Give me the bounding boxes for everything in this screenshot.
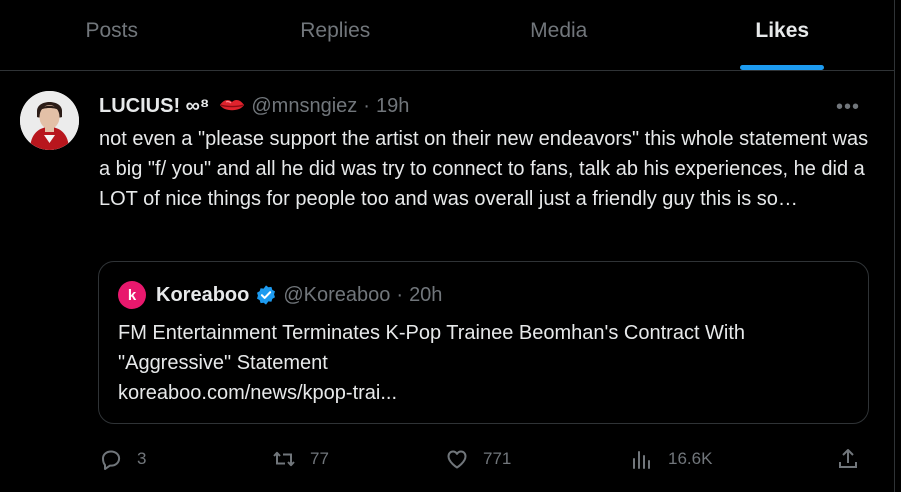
quoted-tweet-body: FM Entertainment Terminates K-Pop Traine…	[118, 318, 858, 408]
tweet-actions: 3 77 771 16.6K	[0, 444, 894, 474]
share-button[interactable]	[836, 444, 860, 474]
display-name[interactable]: LUCIUS! ∞⁸	[99, 95, 209, 118]
tab-posts[interactable]: Posts	[0, 0, 224, 70]
tab-label: Media	[530, 19, 588, 42]
tweet-header: LUCIUS! ∞⁸ @mnsngiez · 19h	[99, 92, 409, 120]
quoted-tweet-header: k Koreaboo @Koreaboo · 20h	[118, 280, 442, 310]
tweet-text: not even a "please support the artist on…	[99, 128, 869, 210]
repost-count: 77	[310, 449, 329, 468]
profile-tabs: Posts Replies Media Likes	[0, 0, 894, 71]
tweet[interactable]: LUCIUS! ∞⁸ @mnsngiez · 19h ••• not even …	[0, 72, 894, 492]
tab-likes[interactable]: Likes	[671, 0, 895, 70]
separator-dot: ·	[396, 283, 404, 306]
repost-button[interactable]: 77	[272, 444, 329, 474]
views-button[interactable]: 16.6K	[630, 444, 712, 474]
tab-label: Posts	[85, 19, 139, 42]
tab-replies[interactable]: Replies	[224, 0, 448, 70]
column-divider	[894, 0, 901, 492]
like-count: 771	[483, 449, 512, 468]
timestamp[interactable]: 19h	[376, 95, 409, 118]
tab-label: Likes	[755, 19, 810, 42]
verified-badge-icon	[255, 284, 277, 306]
like-button[interactable]: 771	[445, 444, 511, 474]
speech-bubble-icon	[102, 450, 121, 470]
user-handle[interactable]: @mnsngiez	[251, 95, 357, 118]
share-upload-icon	[839, 449, 857, 468]
view-count: 16.6K	[668, 449, 713, 468]
quoted-avatar: k	[118, 281, 146, 309]
quoted-tweet[interactable]: k Koreaboo @Koreaboo · 20h FM Entertainm…	[98, 261, 869, 424]
kiss-lips-emoji-icon	[219, 98, 245, 114]
quoted-tweet-text: FM Entertainment Terminates K-Pop Traine…	[118, 322, 746, 374]
quoted-timestamp: 20h	[409, 283, 443, 306]
bar-chart-icon	[633, 451, 650, 469]
quoted-tweet-link[interactable]: koreaboo.com/news/kpop-trai...	[118, 378, 858, 408]
repost-arrows-icon	[273, 451, 295, 467]
tab-media[interactable]: Media	[447, 0, 671, 70]
more-options-icon[interactable]: •••	[836, 96, 860, 119]
reply-count: 3	[137, 449, 147, 468]
quoted-display-name: Koreaboo	[156, 283, 250, 306]
koreaboo-logo-letter: k	[127, 286, 137, 304]
separator-dot: ·	[363, 94, 370, 117]
active-tab-indicator	[740, 65, 825, 70]
reply-button[interactable]: 3	[99, 444, 146, 474]
tab-label: Replies	[300, 19, 371, 42]
quoted-handle: @Koreaboo	[283, 283, 391, 306]
heart-icon	[447, 450, 467, 469]
avatar[interactable]	[20, 91, 79, 150]
